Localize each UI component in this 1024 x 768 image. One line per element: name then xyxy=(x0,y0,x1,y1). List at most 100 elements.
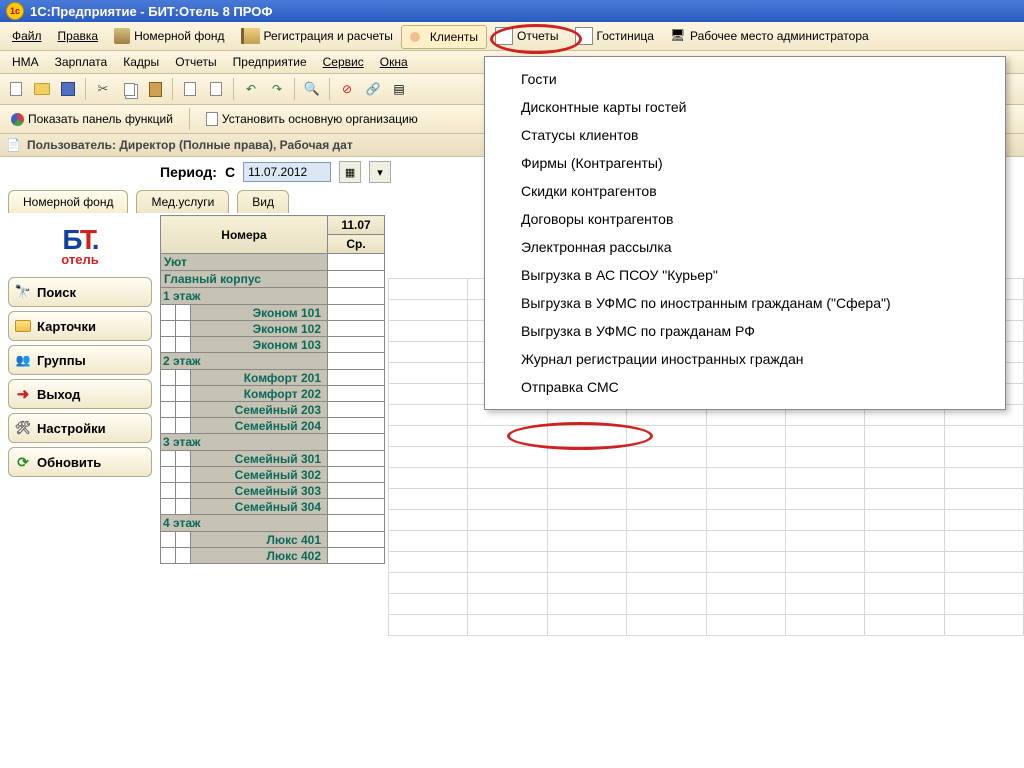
menu-item-mailing[interactable]: Электронная рассылка xyxy=(485,233,1005,261)
room-row[interactable]: Семейный 301 xyxy=(161,451,385,467)
room-row[interactable]: Семейный 204 xyxy=(161,418,385,434)
menu-item-contracts[interactable]: Договоры контрагентов xyxy=(485,205,1005,233)
save-button[interactable] xyxy=(56,77,80,101)
menu-edit[interactable]: Правка xyxy=(50,22,107,50)
cut-button[interactable]: ✂ xyxy=(91,77,115,101)
day-cell[interactable] xyxy=(328,337,385,353)
sidebar-search-button[interactable]: 🔭Поиск xyxy=(8,277,152,307)
menu-item-export-ufms-rf[interactable]: Выгрузка в УФМС по гражданам РФ xyxy=(485,317,1005,345)
menu-reports[interactable]: Отчеты xyxy=(487,22,566,50)
period-dropdown-button[interactable]: ▾ xyxy=(369,161,391,183)
open-button[interactable] xyxy=(30,77,54,101)
room-row[interactable]: Люкс 401 xyxy=(161,532,385,548)
menu-item-foreign-journal[interactable]: Журнал регистрации иностранных граждан xyxy=(485,345,1005,373)
day-cell[interactable] xyxy=(328,532,385,548)
tb-btn-list[interactable]: ▤ xyxy=(387,77,411,101)
tab-rooms[interactable]: Номерной фонд xyxy=(8,190,128,213)
room-row[interactable]: Эконом 103 xyxy=(161,337,385,353)
room-row[interactable]: Люкс 402 xyxy=(161,548,385,564)
day-cell[interactable] xyxy=(328,288,385,305)
floor-row[interactable]: 2 этаж xyxy=(161,353,328,370)
tb-btn-e[interactable]: 🔍 xyxy=(300,77,324,101)
sidebar-exit-button[interactable]: ➜Выход xyxy=(8,379,152,409)
menu-item-discount-cards[interactable]: Дисконтные карты гостей xyxy=(485,93,1005,121)
menu-enterprise[interactable]: Предприятие xyxy=(225,51,315,73)
paste-button[interactable] xyxy=(143,77,167,101)
period-date-input[interactable] xyxy=(243,162,331,182)
room-row[interactable]: Семейный 302 xyxy=(161,467,385,483)
room-row[interactable]: Семейный 304 xyxy=(161,499,385,515)
day-cell[interactable] xyxy=(328,386,385,402)
day-cell[interactable] xyxy=(328,321,385,337)
day-cell[interactable] xyxy=(328,515,385,532)
room-row[interactable]: Эконом 101 xyxy=(161,305,385,321)
day-cell[interactable] xyxy=(328,548,385,564)
tb-btn-b[interactable] xyxy=(204,77,228,101)
new-button[interactable] xyxy=(4,77,28,101)
sidebar-settings-button[interactable]: 🛠Настройки xyxy=(8,413,152,443)
app-icon: 1c xyxy=(6,2,24,20)
room-row[interactable]: Семейный 303 xyxy=(161,483,385,499)
sidebar-groups-button[interactable]: 👥Группы xyxy=(8,345,152,375)
building-row[interactable]: Главный корпус xyxy=(161,271,328,288)
day-cell[interactable] xyxy=(328,499,385,515)
floor-row[interactable]: 4 этаж xyxy=(161,515,328,532)
menu-salary[interactable]: Зарплата xyxy=(47,51,116,73)
day-cell[interactable] xyxy=(328,271,385,288)
menu-item-firms[interactable]: Фирмы (Контрагенты) xyxy=(485,149,1005,177)
sidebar-refresh-button[interactable]: ⟳Обновить xyxy=(8,447,152,477)
room-row[interactable]: Комфорт 202 xyxy=(161,386,385,402)
day-cell[interactable] xyxy=(328,370,385,386)
new-icon xyxy=(10,82,22,96)
tb-btn-c[interactable]: ↶ xyxy=(239,77,263,101)
day-cell[interactable] xyxy=(328,402,385,418)
menu-hr[interactable]: Кадры xyxy=(115,51,167,73)
day-cell[interactable] xyxy=(328,451,385,467)
gear-icon: 🛠 xyxy=(9,420,37,436)
room-row[interactable]: Комфорт 201 xyxy=(161,370,385,386)
day-cell[interactable] xyxy=(328,254,385,271)
menu-item-client-statuses[interactable]: Статусы клиентов xyxy=(485,121,1005,149)
menu-item-discounts[interactable]: Скидки контрагентов xyxy=(485,177,1005,205)
day-cell[interactable] xyxy=(328,305,385,321)
day-cell[interactable] xyxy=(328,483,385,499)
tab-med[interactable]: Мед.услуги xyxy=(136,190,229,213)
day-cell[interactable] xyxy=(328,353,385,370)
menu-nma[interactable]: НМА xyxy=(4,51,47,73)
menu-item-send-sms[interactable]: Отправка СМС xyxy=(485,373,1005,401)
tb-btn-link[interactable]: 🔗 xyxy=(361,77,385,101)
day-cell[interactable] xyxy=(328,418,385,434)
menu-rooms[interactable]: Номерной фонд xyxy=(106,22,232,50)
doc-icon xyxy=(184,82,196,96)
report-icon xyxy=(495,27,513,45)
day-cell[interactable] xyxy=(328,434,385,451)
menu-clients[interactable]: Клиенты xyxy=(401,25,487,49)
calendar-button[interactable]: ▦ xyxy=(339,161,361,183)
floor-row[interactable]: 3 этаж xyxy=(161,434,328,451)
room-row[interactable]: Семейный 203 xyxy=(161,402,385,418)
menu-registration[interactable]: Регистрация и расчеты xyxy=(233,22,401,50)
tb-btn-a[interactable] xyxy=(178,77,202,101)
category-row[interactable]: Уют xyxy=(161,254,328,271)
tab-view[interactable]: Вид xyxy=(237,190,289,213)
menu-item-export-courier[interactable]: Выгрузка в АС ПСОУ "Курьер" xyxy=(485,261,1005,289)
menu-reports2[interactable]: Отчеты xyxy=(167,51,224,73)
menu-item-guests[interactable]: Гости xyxy=(485,65,1005,93)
left-sidebar: БТ. отель 🔭Поиск Карточки 👥Группы ➜Выход… xyxy=(0,213,160,564)
menu-admin-workplace[interactable]: 🖥Рабочее место администратора xyxy=(662,22,877,50)
menu-item-export-ufms-foreign[interactable]: Выгрузка в УФМС по иностранным гражданам… xyxy=(485,289,1005,317)
day-cell[interactable] xyxy=(328,467,385,483)
menu-file[interactable]: Файл xyxy=(4,22,50,50)
menu-hotel[interactable]: Гостиница xyxy=(567,22,662,50)
set-main-org-button[interactable]: Установить основную организацию xyxy=(199,107,425,131)
floor-row[interactable]: 1 этаж xyxy=(161,288,328,305)
show-functions-panel-button[interactable]: Показать панель функций xyxy=(4,107,180,131)
sidebar-cards-button[interactable]: Карточки xyxy=(8,311,152,341)
menu-service[interactable]: Сервис xyxy=(315,51,372,73)
stop-icon: ⊘ xyxy=(342,82,352,96)
copy-button[interactable] xyxy=(117,77,141,101)
tb-btn-d[interactable]: ↷ xyxy=(265,77,289,101)
tb-btn-stop[interactable]: ⊘ xyxy=(335,77,359,101)
menu-windows[interactable]: Окна xyxy=(372,51,416,73)
room-row[interactable]: Эконом 102 xyxy=(161,321,385,337)
